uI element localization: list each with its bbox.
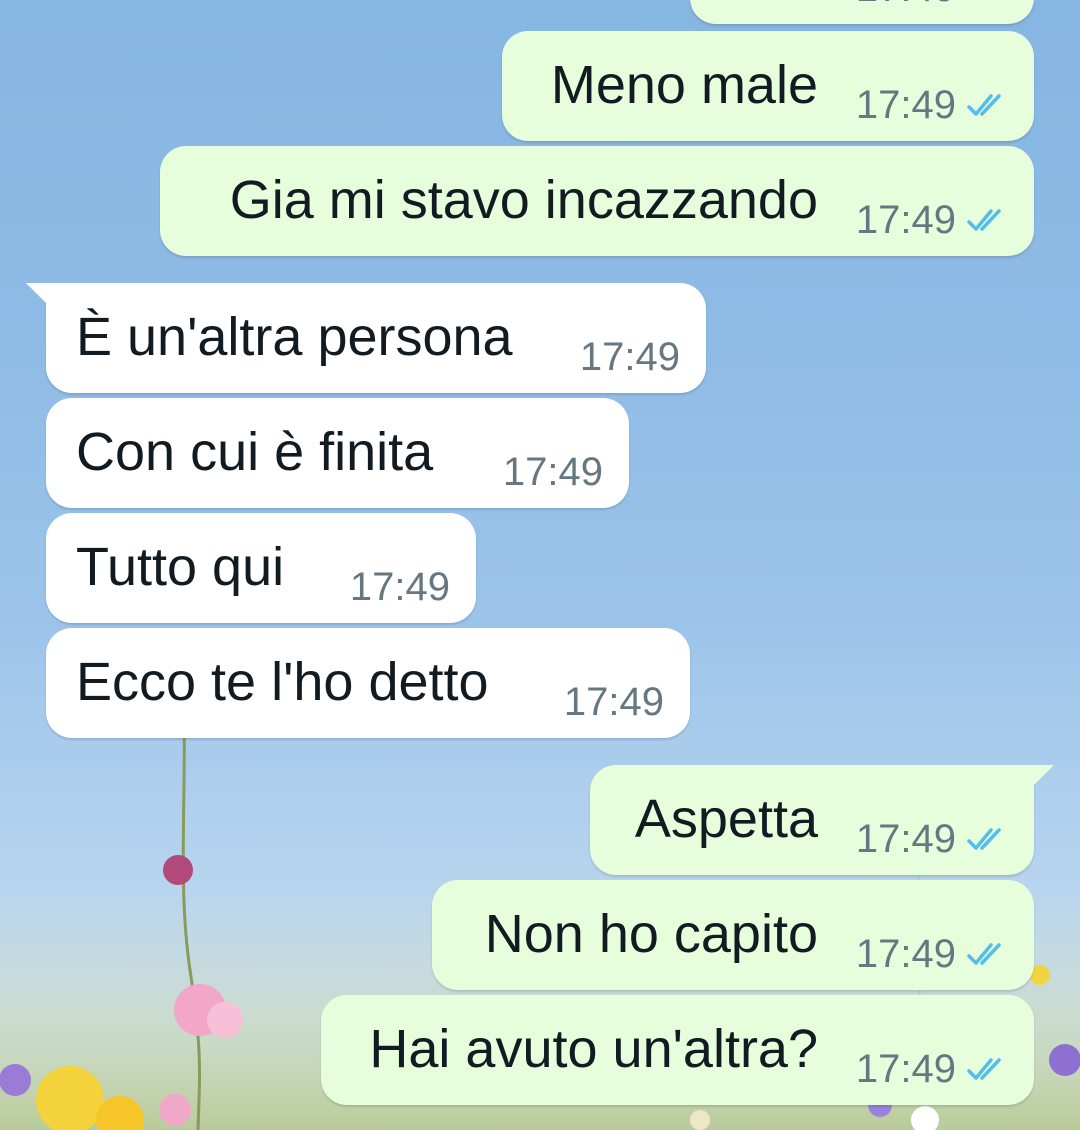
message-bubble[interactable]: Non ho capito 17:49 <box>432 880 1034 990</box>
message-time: 17:49 <box>855 197 956 242</box>
message-meta: 17:49 <box>856 83 1008 127</box>
message-bubble[interactable]: Hai avuto un'altra? 17:49 <box>321 995 1034 1105</box>
message-meta: 17:49 <box>564 680 664 724</box>
message-meta: 17:49 <box>856 0 1008 10</box>
message-bubble[interactable]: È un'altra persona 17:49 <box>26 283 706 393</box>
message-text: Meno male <box>550 55 818 115</box>
message-text: Aspetta <box>634 789 818 849</box>
message-time: 17:49 <box>855 82 956 127</box>
message-meta: 17:49 <box>503 450 603 494</box>
message-text: Non ho capito <box>484 904 818 964</box>
message-bubble[interactable]: Gia mi stavo incazzando 17:49 <box>160 146 1034 256</box>
message-text: Ecco te l'ho detto <box>76 652 489 712</box>
message-time: 17:49 <box>349 564 450 609</box>
bubble-tail <box>26 283 52 309</box>
double-check-icon <box>967 828 1001 850</box>
message-time: 17:49 <box>855 1046 956 1091</box>
message-time: 17:49 <box>855 816 956 861</box>
double-check-icon <box>967 209 1001 231</box>
message-meta: 17:49 <box>350 565 450 609</box>
double-check-icon <box>967 94 1001 116</box>
message-text: Gia mi stavo incazzando <box>229 170 818 230</box>
message-time: 17:49 <box>502 449 603 494</box>
double-check-icon <box>967 943 1001 965</box>
message-meta: 17:49 <box>580 335 680 379</box>
message-bubble[interactable]: 17:49 <box>690 0 1034 24</box>
bubble-tail <box>1028 765 1054 791</box>
message-meta: 17:49 <box>856 932 1008 976</box>
message-bubble[interactable]: Ecco te l'ho detto 17:49 <box>46 628 690 738</box>
message-text: È un'altra persona <box>76 307 513 367</box>
message-bubble[interactable]: Tutto qui 17:49 <box>46 513 476 623</box>
message-meta: 17:49 <box>856 1047 1008 1091</box>
double-check-icon <box>967 1058 1001 1080</box>
message-bubble[interactable]: Aspetta 17:49 <box>590 765 1054 875</box>
message-meta: 17:49 <box>856 817 1008 861</box>
message-text: Tutto qui <box>76 537 285 597</box>
message-time: 17:49 <box>855 931 956 976</box>
double-check-icon <box>966 0 1008 2</box>
message-text: Hai avuto un'altra? <box>369 1019 818 1079</box>
message-meta: 17:49 <box>856 198 1008 242</box>
message-time: 17:49 <box>579 334 680 379</box>
message-time: 17:49 <box>856 0 956 11</box>
message-time: 17:49 <box>563 679 664 724</box>
message-text: Con cui è finita <box>76 422 434 482</box>
message-bubble[interactable]: Meno male 17:49 <box>502 31 1034 141</box>
message-bubble[interactable]: Con cui è finita 17:49 <box>46 398 629 508</box>
